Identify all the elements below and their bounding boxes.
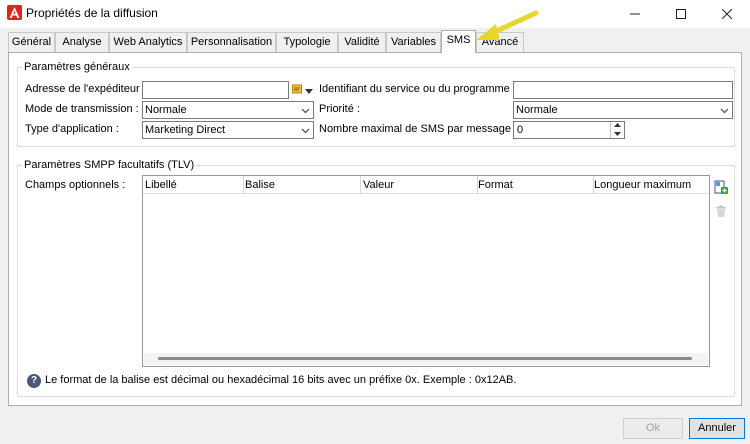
close-button[interactable]	[704, 0, 750, 28]
tab-validite[interactable]: Validité	[338, 32, 386, 52]
smpp-params-legend: Paramètres SMPP facultatifs (TLV)	[22, 159, 197, 171]
tab-typologie[interactable]: Typologie	[276, 32, 338, 52]
caret-down-icon	[614, 132, 621, 136]
table-header: Libellé Balise Valeur Format Longueur ma…	[143, 176, 709, 194]
window-title: Propriétés de la diffusion	[26, 6, 158, 20]
optional-fields-table[interactable]: Libellé Balise Valeur Format Longueur ma…	[142, 175, 710, 367]
minimize-button[interactable]	[612, 0, 658, 28]
column-header-balise[interactable]: Balise	[245, 179, 275, 191]
app-type-label: Type d'application :	[25, 123, 119, 135]
minimize-icon	[630, 13, 640, 15]
trash-icon[interactable]	[713, 203, 729, 219]
address-book-icon[interactable]	[292, 84, 302, 94]
service-id-input[interactable]	[513, 81, 733, 99]
transmission-label: Mode de transmission :	[25, 103, 139, 115]
sender-dropdown-icon[interactable]	[305, 86, 313, 94]
service-id-label: Identifiant du service ou du programme :	[319, 83, 516, 95]
general-params-legend: Paramètres généraux	[22, 61, 132, 73]
transmission-select[interactable]: Normale	[142, 101, 314, 119]
maximize-icon	[676, 9, 686, 19]
cancel-button[interactable]: Annuler	[689, 418, 745, 439]
annotation-arrow-icon	[476, 10, 539, 40]
close-icon	[722, 9, 732, 19]
app-type-select[interactable]: Marketing Direct	[142, 121, 314, 139]
spin-up-button[interactable]	[611, 122, 624, 129]
title-bar: Propriétés de la diffusion	[0, 0, 750, 28]
priority-label: Priorité :	[319, 103, 360, 115]
tab-analyse[interactable]: Analyse	[55, 32, 109, 52]
sms-tab-panel: Paramètres généraux Adresse de l'expédit…	[8, 52, 742, 406]
max-sms-value: 0	[517, 124, 524, 136]
app-type-value: Marketing Direct	[145, 124, 226, 136]
sender-label: Adresse de l'expéditeur :	[25, 83, 146, 95]
add-item-icon[interactable]	[713, 179, 729, 195]
max-sms-label: Nombre maximal de SMS par message :	[319, 123, 518, 135]
tab-general[interactable]: Général	[8, 32, 55, 52]
tab-strip: Général Analyse Web Analytics Personnali…	[8, 30, 742, 53]
adobe-app-icon	[7, 5, 22, 20]
tab-personnalisation[interactable]: Personnalisation	[187, 32, 276, 52]
max-sms-spin	[610, 122, 624, 138]
scrollbar-thumb[interactable]	[158, 357, 692, 360]
maximize-button[interactable]	[658, 0, 704, 28]
sender-input[interactable]	[142, 81, 289, 99]
column-header-format[interactable]: Format	[478, 179, 513, 191]
column-header-longueur-max[interactable]: Longueur maximum	[594, 179, 691, 191]
priority-value: Normale	[516, 104, 558, 116]
tab-web-analytics[interactable]: Web Analytics	[109, 32, 187, 52]
chevron-down-icon	[301, 128, 310, 134]
horizontal-scrollbar[interactable]	[144, 353, 708, 365]
priority-select[interactable]: Normale	[513, 101, 733, 119]
column-header-libelle[interactable]: Libellé	[145, 179, 177, 191]
optional-fields-label: Champs optionnels :	[25, 179, 126, 191]
chevron-down-icon	[301, 108, 310, 114]
info-text: Le format de la balise est décimal ou he…	[45, 374, 517, 386]
ok-button[interactable]: Ok	[623, 418, 683, 439]
column-separator	[360, 176, 361, 194]
column-separator	[243, 176, 244, 194]
help-icon: ?	[27, 374, 41, 388]
caret-up-icon	[614, 123, 621, 127]
column-header-valeur[interactable]: Valeur	[363, 179, 394, 191]
tab-variables[interactable]: Variables	[386, 32, 441, 52]
chevron-down-icon	[720, 108, 729, 114]
tab-sms[interactable]: SMS	[441, 30, 476, 53]
max-sms-stepper[interactable]: 0	[513, 121, 625, 139]
transmission-value: Normale	[145, 104, 187, 116]
spin-down-button[interactable]	[611, 130, 624, 138]
